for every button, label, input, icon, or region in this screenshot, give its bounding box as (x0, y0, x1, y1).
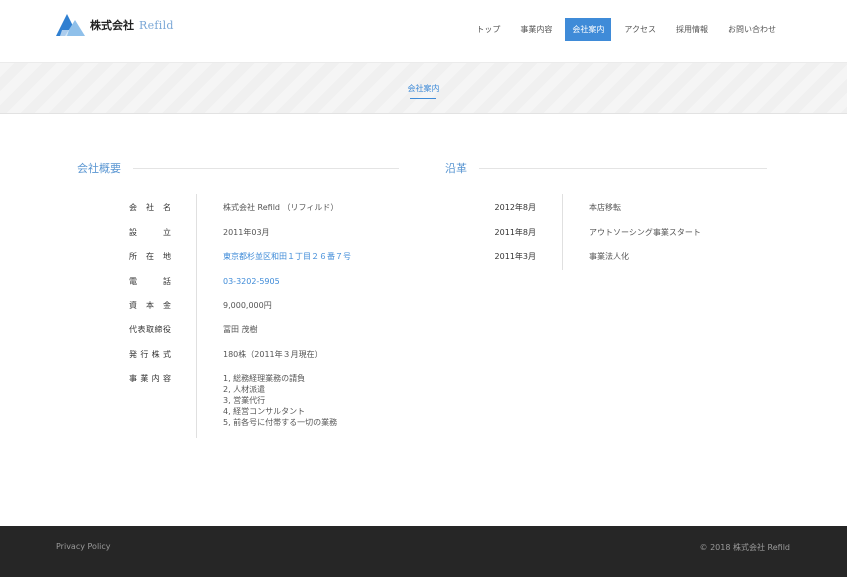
nav-company[interactable]: 会社案内 (565, 18, 612, 41)
nav-contact[interactable]: お問い合わせ (721, 18, 783, 41)
row-label: 代表取締役 (129, 325, 171, 334)
row-label: 資 本 金 (129, 301, 171, 310)
table-row: 発 行 株 式 180株（2011年３月現在） (112, 349, 323, 360)
site-header: 株式会社 Refild トップ 事業内容 会社案内 アクセス 採用情報 お問い合… (0, 0, 847, 62)
history-heading-rule (479, 167, 767, 169)
page-title: 会社案内 (407, 84, 440, 93)
row-label: 電 話 (129, 277, 171, 286)
history-date: 2011年3月 (494, 252, 536, 261)
overview-heading: 会社概要 (77, 160, 399, 176)
site-logo[interactable]: 株式会社 Refild (56, 12, 174, 38)
list-item: 1, 総務経理業務の請負 (223, 374, 306, 383)
table-row: 2012年8月 本店移転 (470, 202, 621, 213)
main-nav: トップ 事業内容 会社案内 アクセス 採用情報 お問い合わせ (463, 18, 783, 41)
history-date: 2012年8月 (494, 203, 536, 212)
title-underline (410, 98, 436, 99)
nav-business[interactable]: 事業内容 (513, 18, 559, 41)
row-label: 会 社 名 (129, 203, 171, 212)
history-event: 本店移転 (589, 203, 621, 212)
row-value: 株式会社 Refild （リフィルド） (223, 203, 339, 212)
overview-heading-text: 会社概要 (77, 162, 121, 175)
nav-top[interactable]: トップ (469, 18, 507, 41)
row-value: 2011年03月 (223, 228, 270, 237)
address-link[interactable]: 東京都杉並区和田１丁目２６番７号 (223, 251, 351, 262)
table-row: 資 本 金 9,000,000円 (112, 300, 272, 311)
row-label: 事 業 内 容 (129, 374, 171, 383)
row-value: 冨田 茂樹 (223, 325, 258, 334)
list-item: 5, 前各号に付帯する一切の業務 (223, 418, 338, 427)
history-heading: 沿革 (445, 160, 767, 176)
table-row: 2011年3月 事業法人化 (470, 251, 629, 262)
phone-link[interactable]: 03-3202-5905 (223, 276, 280, 287)
list-item: 2, 人材派遣 (223, 385, 266, 394)
row-value: 180株（2011年３月現在） (223, 350, 323, 359)
business-list: 1, 総務経理業務の請負 2, 人材派遣 3, 営業代行 4, 経営コンサルタン… (223, 373, 337, 428)
logo-company-name: Refild (139, 18, 174, 32)
table-row: 代表取締役 冨田 茂樹 (112, 324, 258, 335)
overview-heading-rule (133, 167, 399, 169)
nav-access[interactable]: アクセス (617, 18, 663, 41)
copyright-text: © 2018 株式会社 Refild (699, 543, 790, 552)
history-event: アウトソーシング事業スタート (589, 228, 701, 237)
list-item: 4, 経営コンサルタント (223, 407, 306, 416)
site-footer: Privacy Policy © 2018 株式会社 Refild (0, 526, 847, 577)
logo-triangle-icon (56, 14, 85, 36)
row-value: 9,000,000円 (223, 301, 272, 310)
table-row: 設 立 2011年03月 (112, 227, 270, 238)
page-banner: 会社案内 (0, 62, 847, 114)
table-row: 2011年8月 アウトソーシング事業スタート (470, 227, 701, 238)
history-event: 事業法人化 (589, 252, 629, 261)
table-row: 電 話 03-3202-5905 (112, 276, 280, 287)
nav-recruit[interactable]: 採用情報 (669, 18, 715, 41)
table-row: 事 業 内 容 1, 総務経理業務の請負 2, 人材派遣 3, 営業代行 4, … (112, 373, 337, 428)
table-row: 所 在 地 東京都杉並区和田１丁目２６番７号 (112, 251, 351, 262)
logo-company-type: 株式会社 (90, 19, 134, 32)
row-label: 発 行 株 式 (129, 350, 171, 359)
row-label: 所 在 地 (129, 252, 171, 261)
table-row: 会 社 名 株式会社 Refild （リフィルド） (112, 202, 338, 213)
privacy-policy-link[interactable]: Privacy Policy (56, 542, 111, 551)
list-item: 3, 営業代行 (223, 396, 266, 405)
history-heading-text: 沿革 (445, 162, 467, 175)
history-date: 2011年8月 (494, 228, 536, 237)
row-label: 設 立 (129, 228, 171, 237)
